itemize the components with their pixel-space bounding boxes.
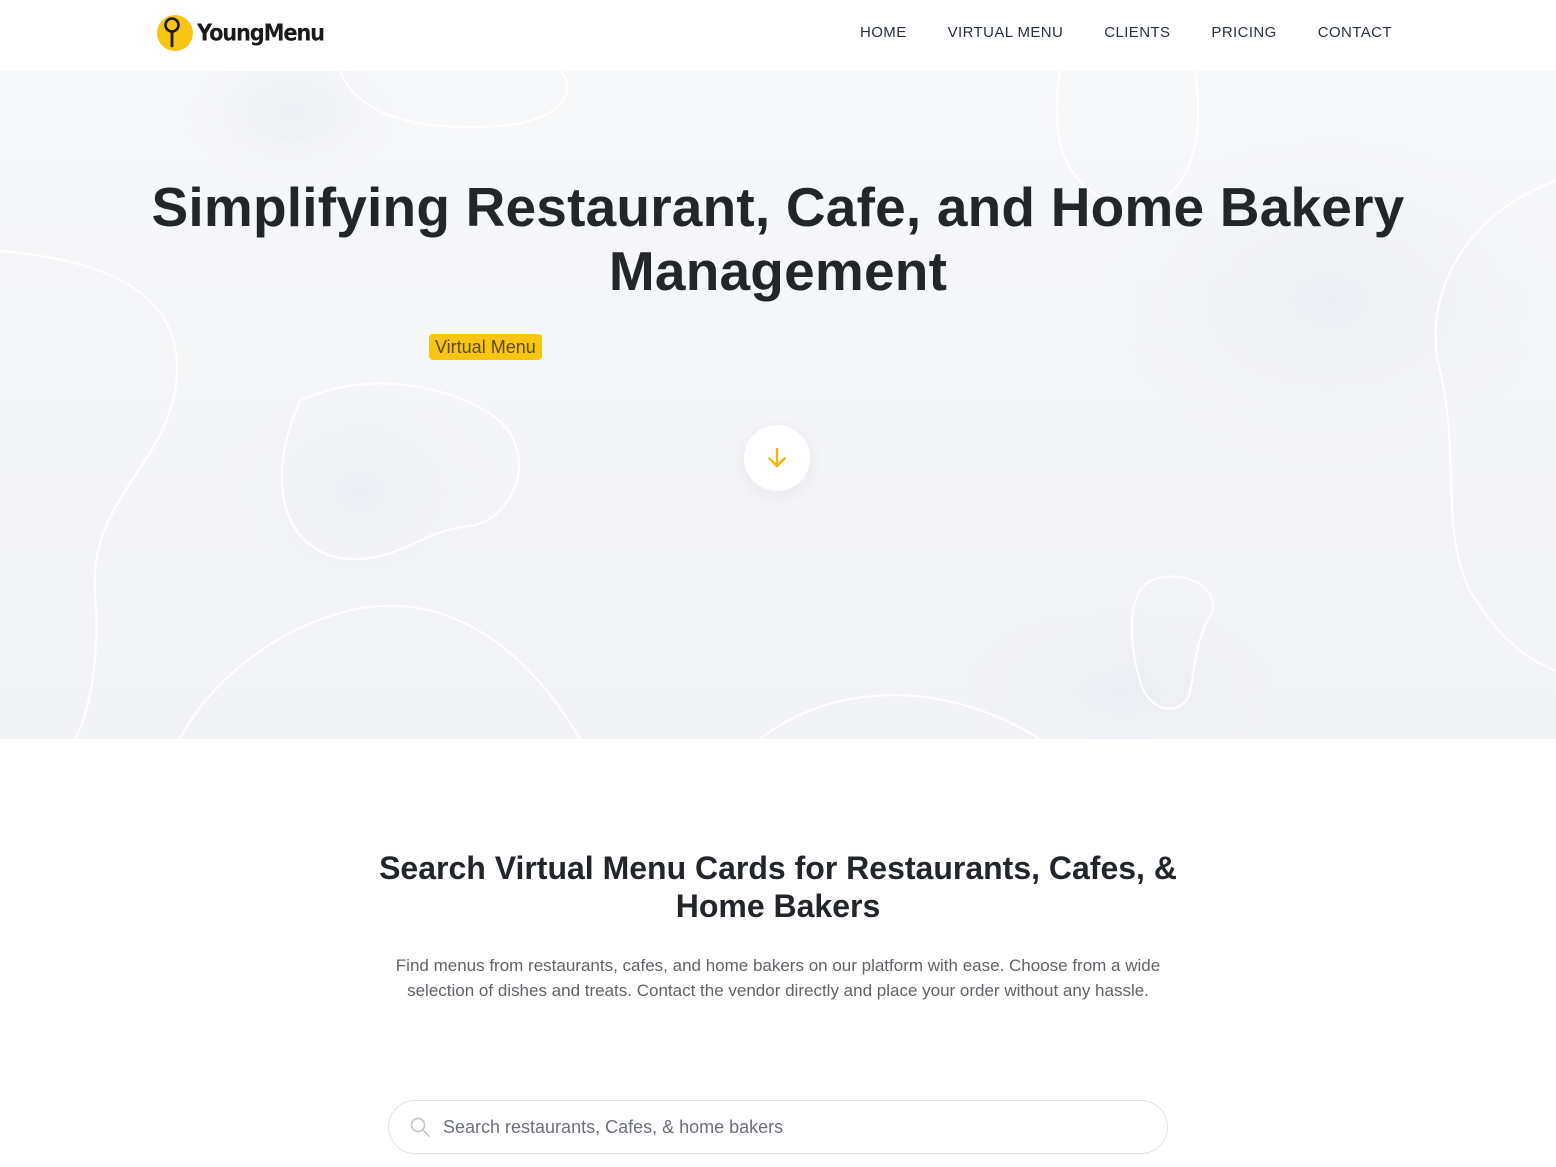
search-icon xyxy=(409,1116,431,1138)
arrow-down-icon xyxy=(764,445,790,471)
main-nav: HOME VIRTUAL MENU CLIENTS PRICING CONTAC… xyxy=(860,24,1392,41)
fork-pin-icon xyxy=(157,15,193,51)
hero-title-line1: Simplifying Restaurant, Cafe, and Home B… xyxy=(151,176,1405,238)
nav-clients[interactable]: CLIENTS xyxy=(1104,24,1170,41)
top-navbar: YoungMenu HOME VIRTUAL MENU CLIENTS PRIC… xyxy=(0,0,1556,71)
nav-pricing[interactable]: PRICING xyxy=(1211,24,1276,41)
hero-title-line2: Management xyxy=(608,240,948,302)
scroll-down-button[interactable] xyxy=(744,425,810,491)
nav-home[interactable]: HOME xyxy=(860,24,907,41)
search-section-title-line2: Home Bakers xyxy=(675,888,881,924)
brand-name: YoungMenu xyxy=(197,20,325,46)
hero-section: Simplifying Restaurant, Cafe, and Home B… xyxy=(0,71,1556,739)
hero-background-shapes xyxy=(0,71,1556,739)
search-section-title: Search Virtual Menu Cards for Restaurant… xyxy=(0,849,1556,925)
brand-logo[interactable]: YoungMenu xyxy=(157,15,325,51)
search-section-description: Find menus from restaurants, cafes, and … xyxy=(395,956,1161,1000)
hero-title: Simplifying Restaurant, Cafe, and Home B… xyxy=(0,175,1556,303)
search-section-title-line1: Search Virtual Menu Cards for Restaurant… xyxy=(379,850,1177,886)
search-bar[interactable] xyxy=(388,1100,1168,1154)
search-input[interactable] xyxy=(443,1116,1123,1138)
virtual-menu-tag[interactable]: Virtual Menu xyxy=(429,334,542,360)
nav-virtual-menu[interactable]: VIRTUAL MENU xyxy=(948,24,1064,41)
nav-contact[interactable]: CONTACT xyxy=(1318,24,1392,41)
